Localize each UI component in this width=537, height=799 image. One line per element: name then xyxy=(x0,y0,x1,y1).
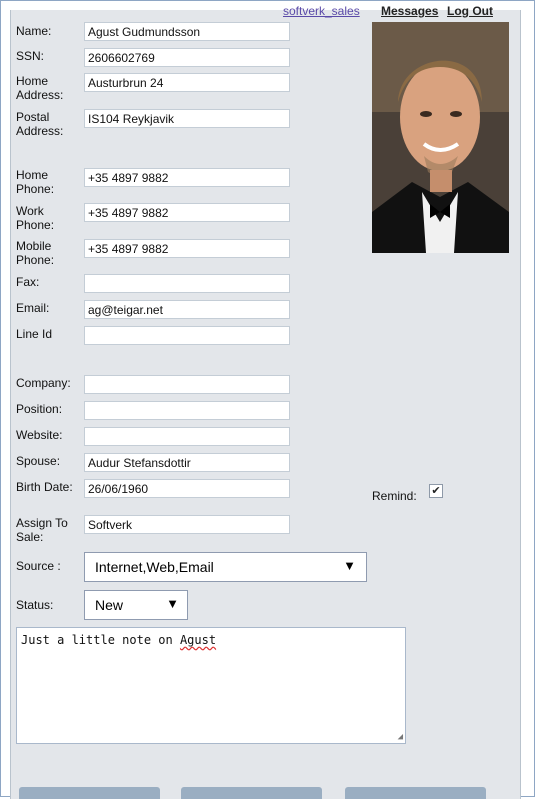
postal-address-field[interactable]: IS104 Reykjavik xyxy=(84,109,290,128)
mobile-phone-label: Mobile Phone: xyxy=(16,239,55,267)
dropdown-arrow-icon: ▼ xyxy=(343,558,356,573)
spouse-field[interactable]: Audur Stefansdottir xyxy=(84,453,290,472)
birth-date-field[interactable]: 26/06/1960 xyxy=(84,479,290,498)
dropdown-arrow-icon: ▼ xyxy=(166,596,179,611)
status-label: Status: xyxy=(16,598,54,612)
user-link[interactable]: softverk_sales xyxy=(283,4,360,18)
birth-date-label: Birth Date: xyxy=(16,480,73,494)
note-flagged-word: Agust xyxy=(179,633,217,647)
remind-checkbox[interactable]: ✔ xyxy=(429,484,443,498)
source-label: Source : xyxy=(16,559,61,573)
email-label: Email: xyxy=(16,301,50,315)
note-textarea[interactable]: Just a little note on Agust ◢ xyxy=(16,627,406,744)
home-phone-label: Home Phone: xyxy=(16,168,55,196)
company-field[interactable] xyxy=(84,375,290,394)
work-phone-field[interactable]: +35 4897 9882 xyxy=(84,203,290,222)
action-button-1[interactable] xyxy=(19,787,160,799)
postal-address-label: Postal Address: xyxy=(16,110,64,138)
source-value: Internet,Web,Email xyxy=(95,559,214,575)
website-field[interactable] xyxy=(84,427,290,446)
logout-link[interactable]: Log Out xyxy=(447,4,493,18)
remind-label: Remind: xyxy=(372,489,417,503)
assign-to-sale-field[interactable]: Softverk xyxy=(84,515,290,534)
action-button-3[interactable] xyxy=(345,787,486,799)
resize-handle-icon[interactable]: ◢ xyxy=(398,732,403,742)
work-phone-label: Work Phone: xyxy=(16,204,55,232)
action-button-2[interactable] xyxy=(181,787,322,799)
source-select[interactable]: Internet,Web,Email ▼ xyxy=(84,552,367,582)
ssn-label: SSN: xyxy=(16,49,45,63)
home-address-field[interactable]: Austurbrun 24 xyxy=(84,73,290,92)
company-label: Company: xyxy=(16,376,71,390)
line-id-label: Line Id xyxy=(16,327,53,341)
status-value: New xyxy=(95,597,124,613)
status-select[interactable]: New ▼ xyxy=(84,590,188,620)
fax-label: Fax: xyxy=(16,275,40,289)
mobile-phone-field[interactable]: +35 4897 9882 xyxy=(84,239,290,258)
position-field[interactable] xyxy=(84,401,290,420)
email-field[interactable]: ag@teigar.net xyxy=(84,300,290,319)
name-label: Name: xyxy=(16,24,52,38)
name-field[interactable]: Agust Gudmundsson xyxy=(84,22,290,41)
note-text: Just a little note on xyxy=(21,633,180,647)
assign-to-sale-label: Assign To Sale: xyxy=(16,516,68,544)
messages-link[interactable]: Messages xyxy=(381,4,438,18)
line-id-field[interactable] xyxy=(84,326,290,345)
website-label: Website: xyxy=(16,428,63,442)
position-label: Position: xyxy=(16,402,63,416)
spouse-label: Spouse: xyxy=(16,454,61,468)
home-phone-field[interactable]: +35 4897 9882 xyxy=(84,168,290,187)
home-address-label: Home Address: xyxy=(16,74,64,102)
ssn-field[interactable]: 2606602769 xyxy=(84,48,290,67)
contact-photo xyxy=(372,22,509,253)
fax-field[interactable] xyxy=(84,274,290,293)
